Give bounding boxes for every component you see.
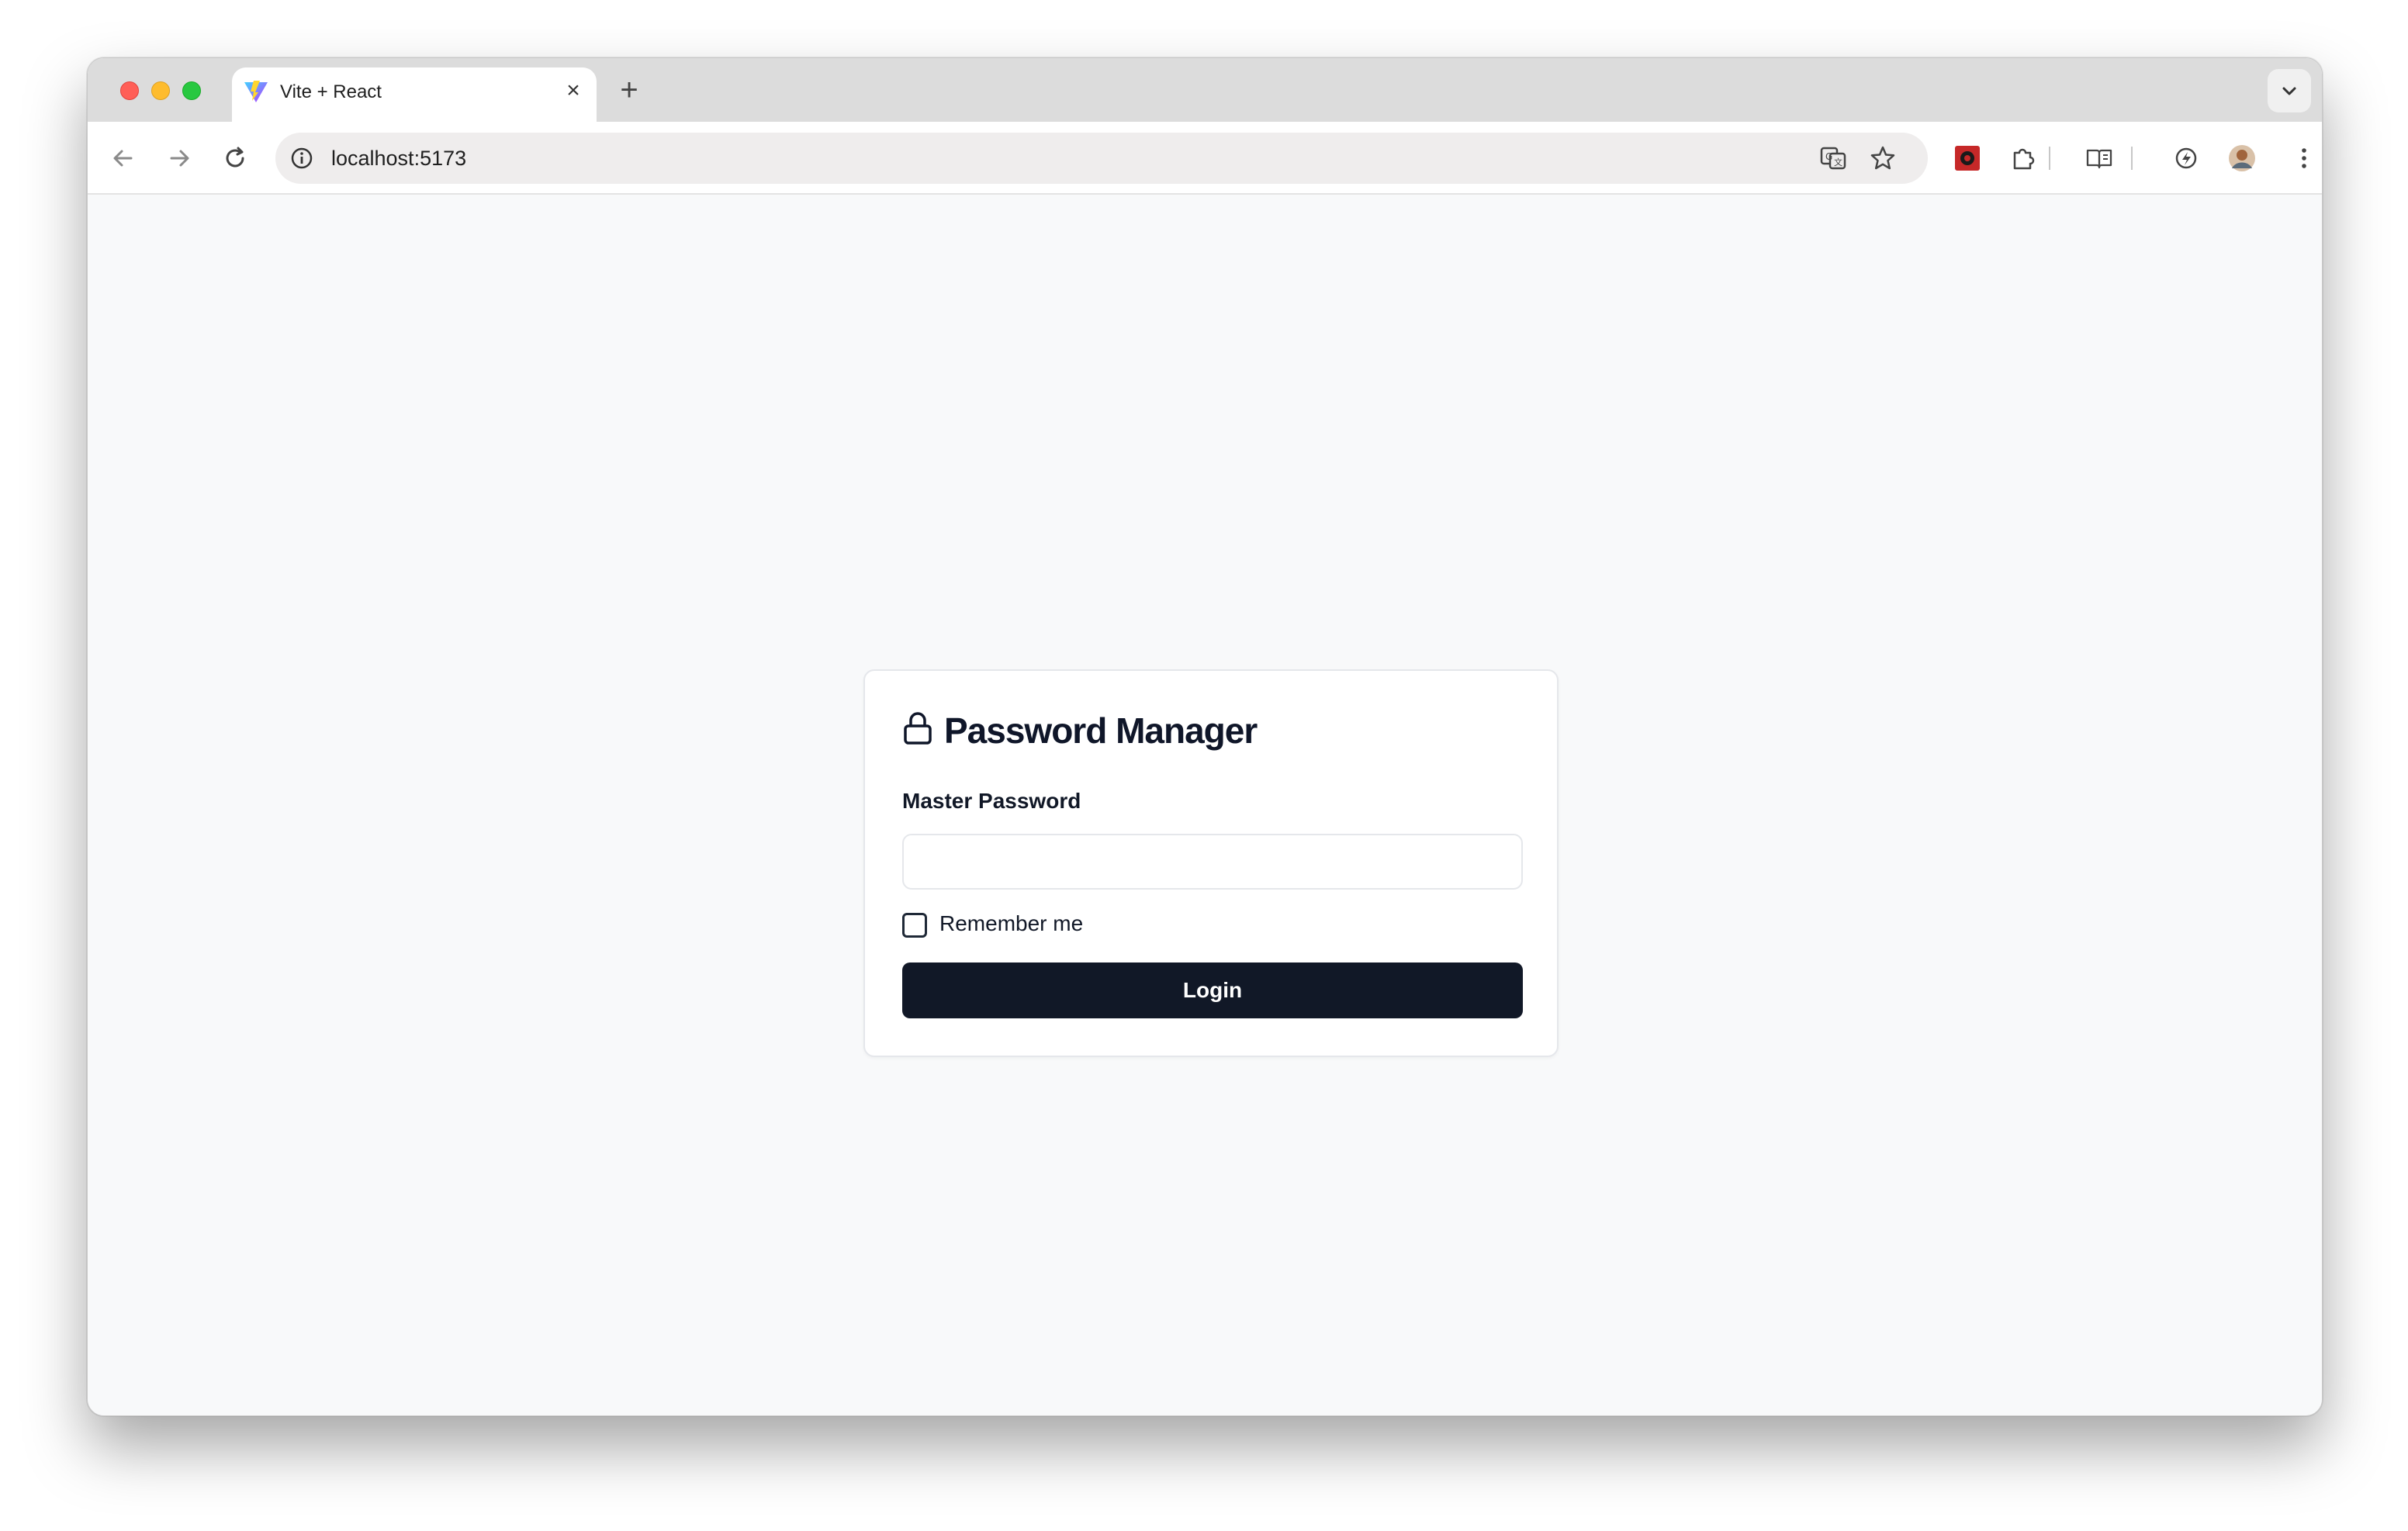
toolbar-separator — [2049, 147, 2050, 170]
tab-close-icon[interactable]: × — [561, 78, 586, 103]
performance-icon[interactable] — [2171, 143, 2201, 173]
close-window-button[interactable] — [120, 81, 139, 100]
minimize-window-button[interactable] — [151, 81, 170, 100]
puzzle-icon[interactable] — [2008, 143, 2038, 173]
browser-window: Vite + React × + localhost:5173 G 文 Pass… — [87, 57, 2323, 1416]
back-arrow-icon[interactable] — [108, 143, 139, 174]
kebab-menu-icon[interactable] — [2289, 143, 2319, 173]
tab-title: Vite + React — [280, 81, 382, 102]
reading-mode-icon[interactable] — [2085, 143, 2114, 173]
browser-toolbar: localhost:5173 G 文 — [88, 122, 2322, 195]
svg-text:G: G — [1825, 151, 1832, 162]
login-card: Password Manager Master Password Remembe… — [863, 669, 1559, 1057]
lock-icon — [904, 712, 932, 745]
tab-search-button[interactable] — [2268, 69, 2311, 112]
profile-avatar[interactable] — [2227, 143, 2257, 173]
site-info-icon[interactable] — [289, 146, 314, 171]
translate-icon[interactable]: G 文 — [1819, 144, 1847, 172]
new-tab-button[interactable]: + — [614, 74, 645, 106]
vite-logo-icon — [244, 81, 268, 102]
maximize-window-button[interactable] — [182, 81, 201, 100]
page-title: Password Manager — [944, 710, 1258, 751]
chevron-down-icon — [2282, 87, 2296, 95]
url-text: localhost:5173 — [331, 147, 467, 170]
reload-icon[interactable] — [220, 143, 251, 174]
master-password-label: Master Password — [902, 789, 1081, 813]
remember-me-label[interactable]: Remember me — [939, 911, 1083, 936]
forward-arrow-icon[interactable] — [164, 143, 195, 174]
address-bar[interactable]: localhost:5173 G 文 — [275, 133, 1928, 184]
extension-red-icon[interactable] — [1953, 143, 1982, 173]
page-viewport: Password Manager Master Password Remembe… — [88, 195, 2322, 1415]
remember-me-checkbox[interactable] — [902, 913, 927, 938]
login-button[interactable]: Login — [902, 962, 1523, 1018]
svg-text:文: 文 — [1834, 157, 1842, 168]
browser-tab-active[interactable]: Vite + React × — [232, 67, 597, 122]
toolbar-separator — [2131, 147, 2133, 170]
master-password-input[interactable] — [902, 834, 1523, 890]
star-icon[interactable] — [1869, 144, 1897, 172]
tab-strip: Vite + React × + — [88, 58, 2322, 122]
